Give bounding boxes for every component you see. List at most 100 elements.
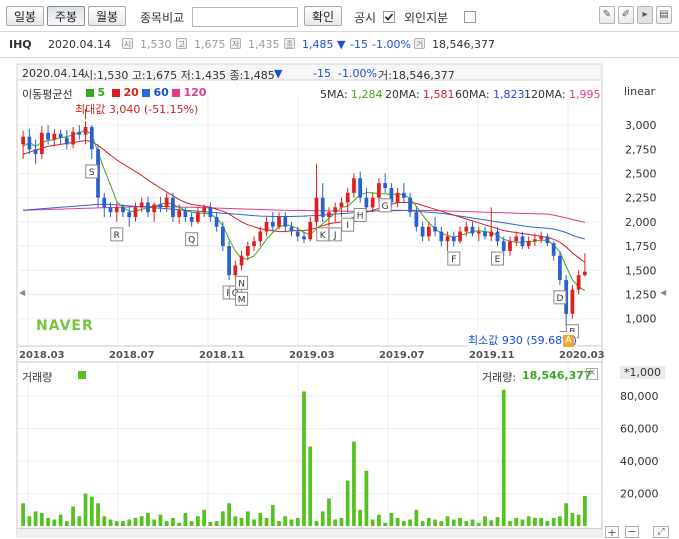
candle-body (89, 126, 94, 150)
volume-bar (114, 521, 119, 526)
candle-body (39, 132, 44, 155)
volume-bar (83, 493, 88, 526)
time-tick-label: 2020.03 (559, 350, 605, 361)
time-tick-label: 2018.07 (109, 350, 155, 361)
collapse-right-icon[interactable]: ◀ (660, 288, 666, 297)
volume-bar (308, 446, 313, 526)
candle-body (183, 210, 188, 218)
candle-body (327, 212, 331, 218)
point-label-i: I (341, 217, 355, 232)
candle-body (345, 192, 350, 203)
volume-bar (171, 517, 175, 526)
volume-bar (64, 521, 69, 526)
candle-body (520, 236, 525, 247)
candle-body (526, 241, 531, 247)
candle-body (152, 204, 157, 213)
ma120-value: 120MA: 1,995 (524, 88, 601, 101)
scale-label[interactable]: linear (624, 85, 655, 98)
candle-body (439, 231, 444, 242)
max-label: 최대값 3,040 (-51.15%) (75, 103, 199, 116)
price-tick-label: 1,500 (625, 264, 657, 277)
point-label-q: Q (185, 232, 199, 247)
candle-body (21, 136, 25, 145)
candle-body (27, 136, 32, 150)
candle-body (377, 183, 381, 198)
volume-bar (220, 511, 225, 526)
ma20-value: 20MA: 1,581 (385, 88, 455, 101)
volume-close-icon[interactable]: × (586, 368, 598, 380)
time-tick-label: 2019.03 (289, 350, 335, 361)
candle-body (233, 265, 238, 276)
zoom-out-button[interactable]: − (625, 526, 639, 538)
point-label-text: Q (188, 236, 195, 246)
scrollbar[interactable] (17, 528, 602, 538)
candle-body (77, 131, 82, 135)
volume-bar (514, 517, 519, 526)
volume-bar (508, 521, 512, 526)
volume-bar (352, 441, 356, 526)
volume-bar (458, 517, 462, 526)
point-label-text: H (357, 212, 364, 222)
volume-panel-title: 거래량 (22, 371, 53, 384)
candle-body (508, 241, 512, 251)
candle (227, 241, 231, 280)
candle-body (401, 192, 406, 198)
volume-bar (389, 513, 394, 526)
zoom-in-button[interactable]: + (605, 526, 619, 538)
collapse-left-icon[interactable]: ◀ (19, 288, 25, 297)
ma20-legend: 20 (112, 86, 139, 99)
ma60-value: 60MA: 1,823 (455, 88, 525, 101)
candle-body (364, 197, 369, 208)
volume-bar (277, 521, 281, 526)
volume-bar (33, 511, 38, 526)
volume-bar (314, 521, 319, 526)
time-tick-label: 2018.11 (199, 350, 245, 361)
volume-bar (146, 513, 150, 526)
volume-bar (133, 517, 138, 526)
ma5-legend: 5 (86, 86, 105, 99)
volume-bar (570, 513, 575, 526)
volume-bar (445, 516, 450, 526)
candle-body (33, 149, 38, 155)
candle-body (320, 197, 325, 218)
candle-body (71, 131, 75, 145)
volume-bar (364, 470, 369, 526)
volume-bar (164, 521, 169, 526)
volume-bar (401, 521, 406, 526)
volume-bar (395, 517, 400, 526)
candle-body (146, 202, 150, 213)
volume-bar (208, 521, 213, 526)
reset-icon[interactable]: ⤢ (653, 526, 669, 538)
volume-bar (258, 513, 263, 526)
volume-bar (264, 517, 269, 526)
volume-bar (420, 521, 425, 526)
candle-body (208, 207, 213, 218)
candle-body (570, 289, 575, 314)
volume-bar (495, 517, 500, 526)
volume-bar (520, 519, 525, 526)
candle-body (239, 255, 244, 266)
volume-bar (158, 514, 163, 526)
info-volume: 거:18,546,377 (378, 69, 455, 82)
volume-bar (426, 517, 431, 526)
volume-unit: *1,000 (620, 366, 665, 379)
candle-body (308, 221, 313, 240)
candle-body (426, 226, 431, 237)
info-pct: -1.00% (338, 67, 377, 80)
volume-bar (102, 516, 107, 526)
candle-body (483, 231, 487, 237)
volume-bar (483, 516, 487, 526)
price-tick-label: 2,250 (625, 192, 657, 205)
volume-bar (333, 519, 338, 526)
candle-body (383, 183, 388, 188)
volume-bar (470, 519, 475, 526)
candle-body (395, 192, 400, 203)
volume-bar (89, 496, 94, 526)
volume-bar (539, 517, 544, 526)
candle-body (264, 221, 269, 232)
volume-bar (501, 389, 506, 526)
volume-bar (46, 517, 50, 526)
candle-body (202, 207, 207, 213)
ma5-value: 5MA: 1,284 (320, 88, 383, 101)
volume-tick-label: 40,000 (620, 455, 659, 468)
